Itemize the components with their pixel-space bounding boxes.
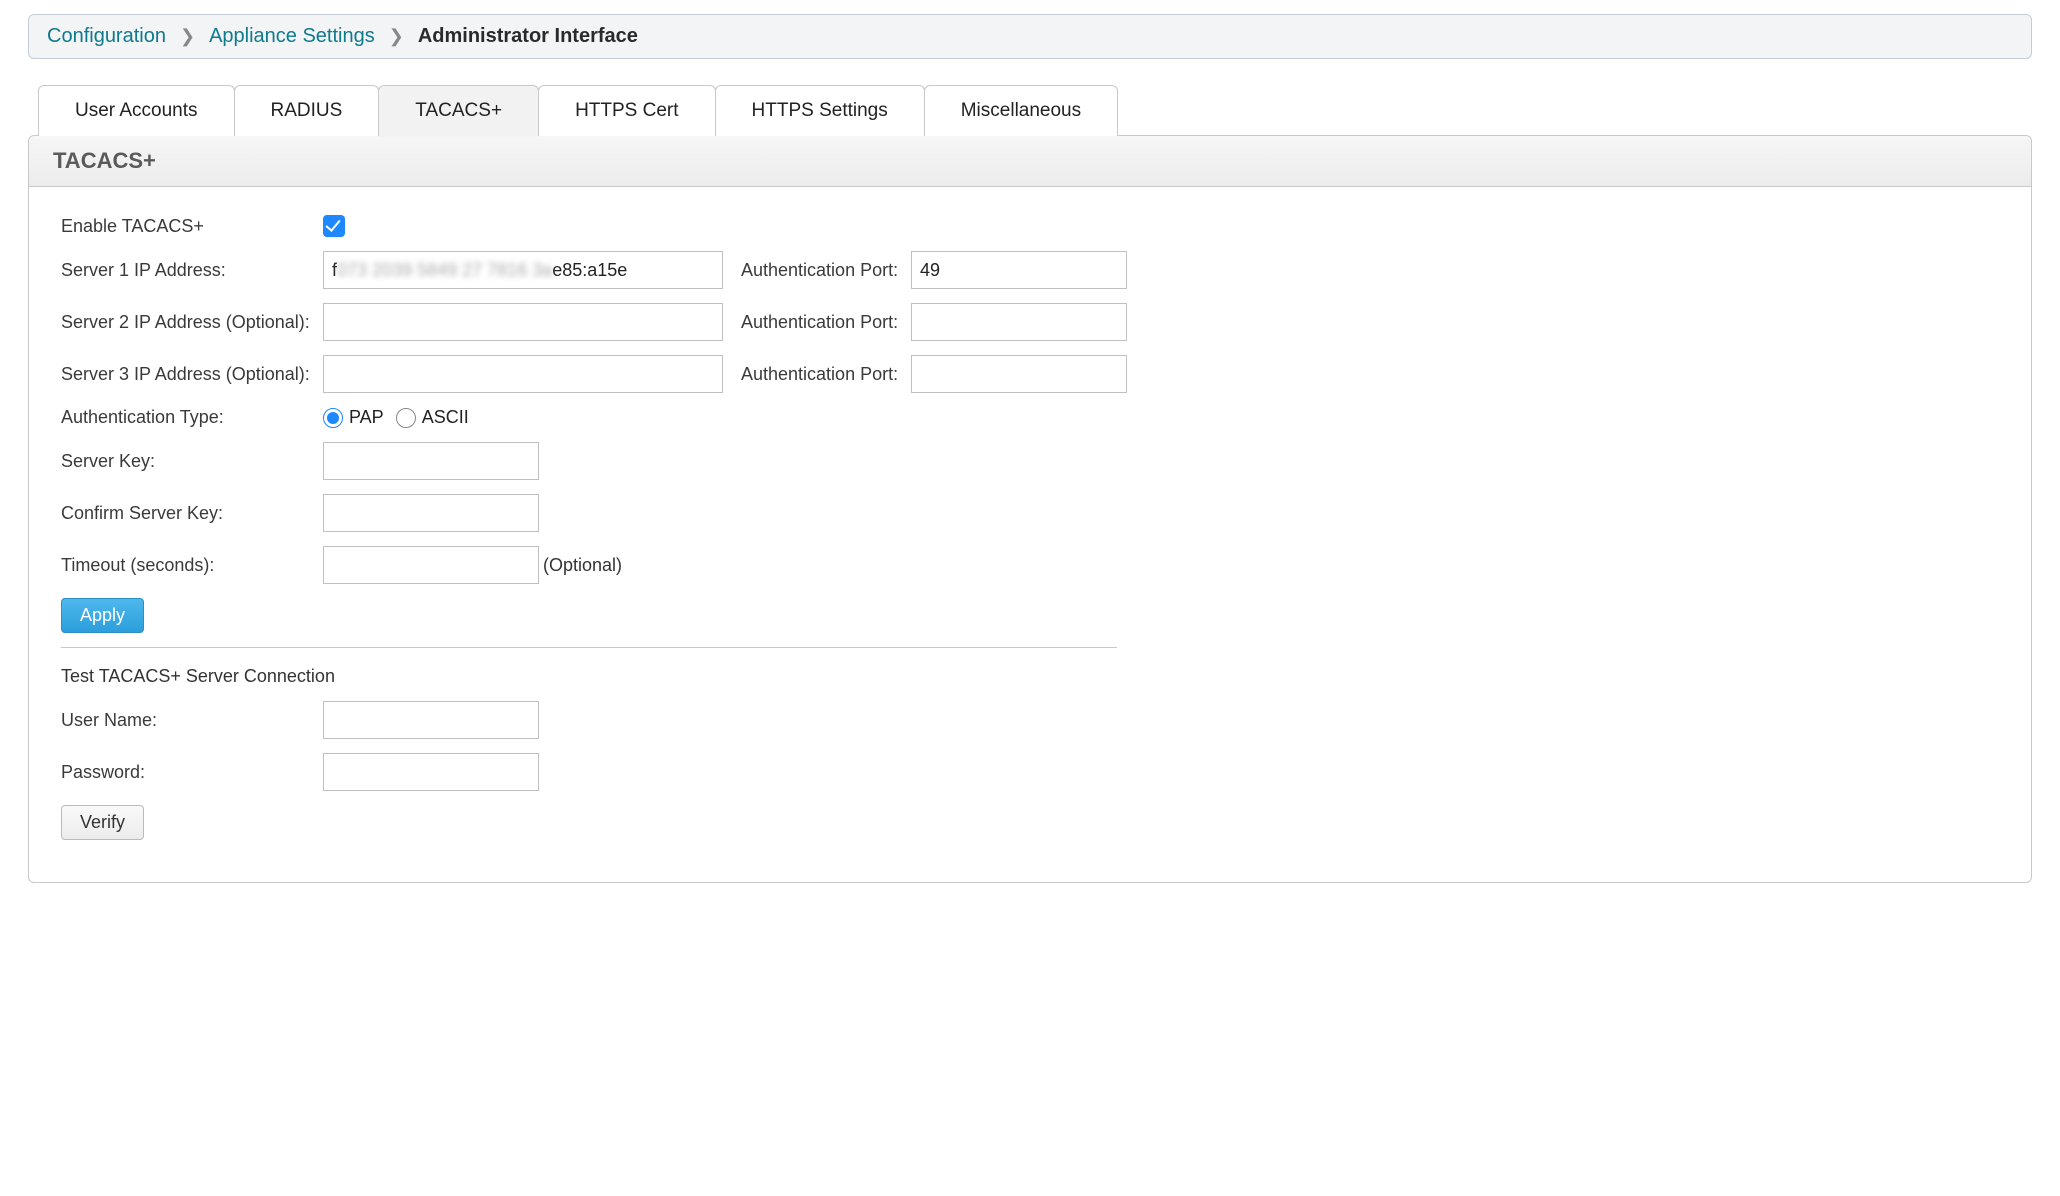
enable-tacacs-label: Enable TACACS+	[61, 216, 323, 237]
auth-type-group: PAP ASCII	[323, 407, 475, 428]
server1-ip-suffix: e85:a15e	[552, 260, 627, 281]
server-key-input[interactable]	[323, 442, 539, 480]
tab-tacacs[interactable]: TACACS+	[378, 85, 539, 136]
test-connection-title: Test TACACS+ Server Connection	[61, 666, 335, 687]
test-password-input[interactable]	[323, 753, 539, 791]
auth-type-label: Authentication Type:	[61, 407, 323, 428]
server2-ip-input[interactable]	[323, 303, 723, 341]
auth-type-pap-radio[interactable]	[323, 408, 343, 428]
timeout-optional-text: (Optional)	[543, 555, 622, 576]
tab-https-cert[interactable]: HTTPS Cert	[538, 85, 715, 136]
test-password-label: Password:	[61, 762, 323, 783]
confirm-server-key-label: Confirm Server Key:	[61, 503, 323, 524]
panel-title: TACACS+	[29, 136, 2031, 187]
breadcrumb-appliance-settings[interactable]: Appliance Settings	[209, 25, 375, 48]
server2-ip-label: Server 2 IP Address (Optional):	[61, 312, 323, 333]
auth-type-ascii-radio[interactable]	[396, 408, 416, 428]
breadcrumb-current: Administrator Interface	[418, 25, 638, 48]
divider	[61, 647, 1117, 648]
verify-button[interactable]: Verify	[61, 805, 144, 840]
enable-tacacs-checkbox[interactable]	[323, 215, 345, 237]
breadcrumb: Configuration ❯ Appliance Settings ❯ Adm…	[28, 14, 2032, 59]
chevron-right-icon: ❯	[180, 26, 195, 47]
confirm-server-key-input[interactable]	[323, 494, 539, 532]
server1-authport-input[interactable]	[911, 251, 1127, 289]
server3-authport-input[interactable]	[911, 355, 1127, 393]
server3-ip-input[interactable]	[323, 355, 723, 393]
tab-radius[interactable]: RADIUS	[234, 85, 380, 136]
server2-authport-label: Authentication Port:	[741, 312, 911, 333]
server3-authport-label: Authentication Port:	[741, 364, 911, 385]
test-username-input[interactable]	[323, 701, 539, 739]
timeout-label: Timeout (seconds):	[61, 555, 323, 576]
auth-type-ascii-label: ASCII	[422, 407, 469, 428]
apply-button[interactable]: Apply	[61, 598, 144, 633]
tabs: User Accounts RADIUS TACACS+ HTTPS Cert …	[28, 85, 2032, 136]
server1-authport-label: Authentication Port:	[741, 260, 911, 281]
tacacs-panel: TACACS+ Enable TACACS+ Server 1 IP Addre…	[28, 135, 2032, 883]
server1-ip-input[interactable]: f 073 2039 5849 27 7816 3a e85:a15e	[323, 251, 723, 289]
test-username-label: User Name:	[61, 710, 323, 731]
breadcrumb-configuration[interactable]: Configuration	[47, 25, 166, 48]
server-key-label: Server Key:	[61, 451, 323, 472]
tab-https-settings[interactable]: HTTPS Settings	[715, 85, 925, 136]
auth-type-pap-label: PAP	[349, 407, 384, 428]
server2-authport-input[interactable]	[911, 303, 1127, 341]
tab-user-accounts[interactable]: User Accounts	[38, 85, 235, 136]
tab-miscellaneous[interactable]: Miscellaneous	[924, 85, 1118, 136]
server3-ip-label: Server 3 IP Address (Optional):	[61, 364, 323, 385]
server1-ip-redacted: 073 2039 5849 27 7816 3a	[337, 260, 552, 281]
timeout-input[interactable]	[323, 546, 539, 584]
server1-ip-label: Server 1 IP Address:	[61, 260, 323, 281]
chevron-right-icon: ❯	[389, 26, 404, 47]
